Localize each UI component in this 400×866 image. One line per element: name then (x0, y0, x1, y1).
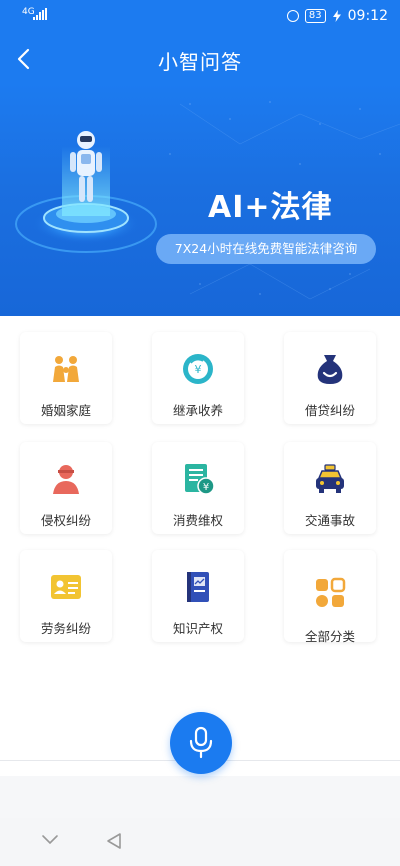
page-title: 小智问答 (158, 50, 242, 74)
category-label: 婚姻家庭 (40, 403, 91, 418)
alarm-icon (286, 10, 299, 22)
category-tort-dispute[interactable]: 侵权纠纷 (20, 442, 112, 534)
category-all[interactable]: 全部分类 (284, 550, 376, 644)
hero-banner: AI+法律 7X24小时在线免费智能法律咨询 (0, 84, 400, 316)
category-consumer-rights[interactable]: ¥ 消费维权 (152, 442, 244, 534)
taxi-icon (316, 464, 344, 493)
microphone-icon (189, 726, 213, 759)
inheritance-icon: ¥ (183, 354, 213, 384)
category-labor-dispute[interactable]: 劳务纠纷 (20, 550, 112, 642)
category-marriage-family[interactable]: 婚姻家庭 (20, 332, 112, 424)
person-icon (53, 465, 79, 494)
banner-background-art (15, 101, 400, 300)
book-icon (187, 572, 209, 602)
svg-text:¥: ¥ (203, 482, 209, 493)
category-label: 交通事故 (304, 513, 355, 528)
category-section: 婚姻家庭 ¥ 继承收养 借贷纠纷 侵权纠纷 ¥ 消费维权 交通事故 劳务纠纷 知… (0, 316, 400, 776)
charging-icon (332, 10, 341, 22)
money-bag-icon (317, 355, 343, 384)
battery-icon: 83 (304, 9, 326, 23)
clock: 09:12 (347, 8, 388, 24)
system-nav-bar (0, 818, 400, 866)
banner-headline: AI+法律 (208, 190, 333, 225)
family-icon (53, 356, 79, 382)
id-card-icon (51, 575, 81, 599)
receipt-icon: ¥ (185, 464, 215, 495)
status-bar: 4G 83 09:12 (0, 0, 400, 34)
category-label: 知识产权 (172, 621, 223, 636)
grid-icon (316, 577, 346, 607)
category-label: 全部分类 (304, 629, 355, 644)
category-inheritance-adoption[interactable]: ¥ 继承收养 (152, 332, 244, 424)
category-label: 消费维权 (172, 513, 223, 528)
banner-tagline: 7X24小时在线免费智能法律咨询 (156, 234, 376, 264)
category-loan-dispute[interactable]: 借贷纠纷 (284, 332, 376, 424)
category-label: 继承收养 (172, 403, 223, 418)
category-traffic-accident[interactable]: 交通事故 (284, 442, 376, 534)
signal-icon (33, 8, 47, 20)
voice-input-button[interactable] (170, 712, 232, 774)
category-intellectual-property[interactable]: 知识产权 (152, 550, 244, 642)
svg-text:¥: ¥ (195, 363, 202, 376)
chevron-down-icon[interactable] (41, 834, 59, 846)
category-label: 侵权纠纷 (40, 513, 91, 528)
category-label: 借贷纠纷 (304, 403, 355, 418)
category-label: 劳务纠纷 (40, 621, 91, 636)
triangle-back-icon[interactable] (106, 832, 122, 850)
app-header: 小智问答 (0, 34, 400, 84)
